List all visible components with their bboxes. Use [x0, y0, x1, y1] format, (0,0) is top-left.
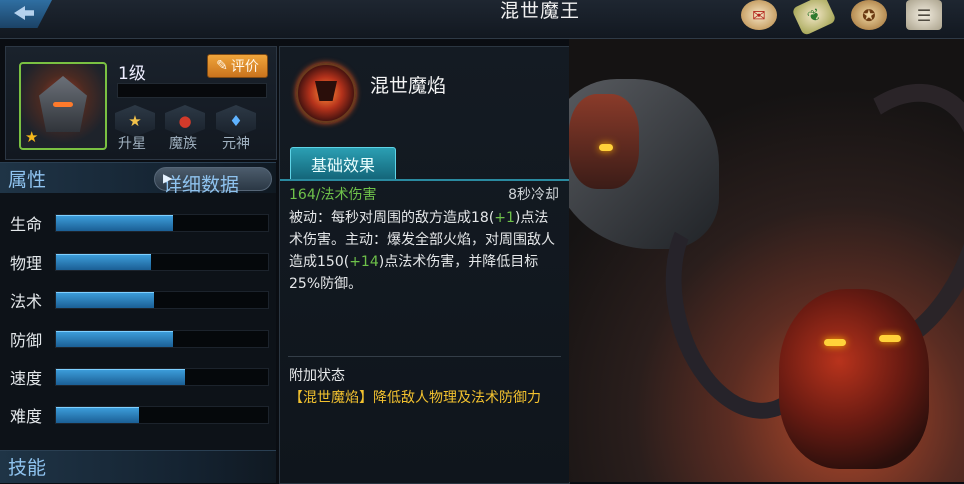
attribute-row: 法术	[0, 280, 276, 318]
skill-detail-panel: 混世魔焰 基础效果 164/法术伤害 8秒冷却 被动：每秒对周围的敌方造成18(…	[279, 46, 570, 484]
badge-label-race: 魔族	[169, 136, 197, 152]
desc-part-1: 被动：每秒对周围的敌方造成18(	[289, 210, 495, 226]
top-bar: 混世魔王 ✉ ❦ ✪ ☰	[0, 0, 964, 39]
eyes-glow	[53, 102, 73, 107]
attribute-name: 难度	[10, 407, 43, 426]
attribute-bar	[55, 368, 269, 386]
badge-label-spirit: 元神	[222, 136, 250, 152]
scroll-green-icon[interactable]: ❦	[791, 0, 837, 37]
star-icon: ★	[25, 128, 39, 146]
attribute-row: 难度	[0, 395, 276, 433]
attribute-bar-fill	[56, 215, 173, 231]
hero-card: ★ 1级 ✎ 评价 ★ ● ♦ 升星 魔族 元神	[5, 46, 277, 160]
attribute-bar-fill	[56, 369, 186, 385]
warrior-eye	[599, 144, 613, 151]
attributes-title: 属性	[8, 169, 47, 191]
attribute-name: 防御	[10, 331, 43, 350]
tab-basic-effect[interactable]: 基础效果	[290, 147, 396, 181]
attribute-bar	[55, 214, 269, 232]
rate-button[interactable]: ✎ 评价	[207, 54, 268, 78]
attribute-bar	[55, 330, 269, 348]
attribute-name: 速度	[10, 369, 43, 388]
scroll-seal-icon[interactable]: ✉	[741, 0, 777, 30]
extra-status-text: 【混世魔焰】降低敌人物理及法术防御力	[289, 390, 541, 406]
demon-eye	[879, 335, 901, 342]
attribute-bar	[55, 291, 269, 309]
exp-bar	[117, 83, 267, 98]
warrior-head	[569, 94, 639, 189]
skill-description: 被动：每秒对周围的敌方造成18(+1)点法术伤害。主动：爆发全部火焰，对周围敌人…	[289, 207, 561, 295]
badge-label-star-up: 升星	[118, 136, 146, 152]
skill-damage: 164/法术伤害	[289, 187, 377, 203]
attribute-bar-fill	[56, 254, 152, 270]
attribute-row: 防御	[0, 319, 276, 357]
rate-label: 评价	[230, 59, 259, 75]
demon-eye	[824, 339, 846, 346]
attribute-name: 法术	[10, 292, 43, 311]
attribute-name: 生命	[10, 215, 43, 234]
edit-icon: ✎	[216, 58, 228, 74]
skill-icon-face	[315, 81, 337, 101]
chevron-right-icon: ▶	[163, 171, 173, 185]
desc-growth-2: +14	[349, 254, 379, 270]
attributes-panel: 属性 详细数据 ▶ 生命 物理 法术 防御 速度 难度	[0, 162, 276, 482]
document-icon[interactable]: ☰	[906, 0, 942, 30]
attributes-header: 属性 详细数据 ▶	[0, 162, 276, 196]
skills-header[interactable]: 技能	[0, 450, 276, 483]
attribute-row: 速度	[0, 357, 276, 395]
attribute-row: 物理	[0, 242, 276, 280]
attribute-name: 物理	[10, 254, 43, 273]
skill-name: 混世魔焰	[370, 75, 447, 97]
coin-icon[interactable]: ✪	[851, 0, 887, 30]
attribute-row: 生命	[0, 203, 276, 241]
attribute-bar	[55, 253, 269, 271]
tab-underline	[280, 179, 569, 181]
demon-face	[779, 289, 929, 469]
hero-artwork	[569, 39, 964, 482]
fire-demon-skill-icon	[296, 63, 356, 123]
attribute-bar-fill	[56, 331, 173, 347]
attribute-bar-fill	[56, 407, 139, 423]
hero-portrait[interactable]: ★	[19, 62, 107, 150]
extra-status-label: 附加状态	[289, 368, 345, 384]
divider	[288, 356, 561, 357]
skill-cooldown: 8秒冷却	[508, 187, 559, 203]
hero-level: 1级	[118, 64, 146, 84]
desc-growth-1: +1	[494, 210, 515, 226]
attribute-bar	[55, 406, 269, 424]
skills-title: 技能	[8, 457, 47, 479]
attribute-bar-fill	[56, 292, 154, 308]
detail-data-button[interactable]: 详细数据 ▶	[154, 167, 272, 196]
